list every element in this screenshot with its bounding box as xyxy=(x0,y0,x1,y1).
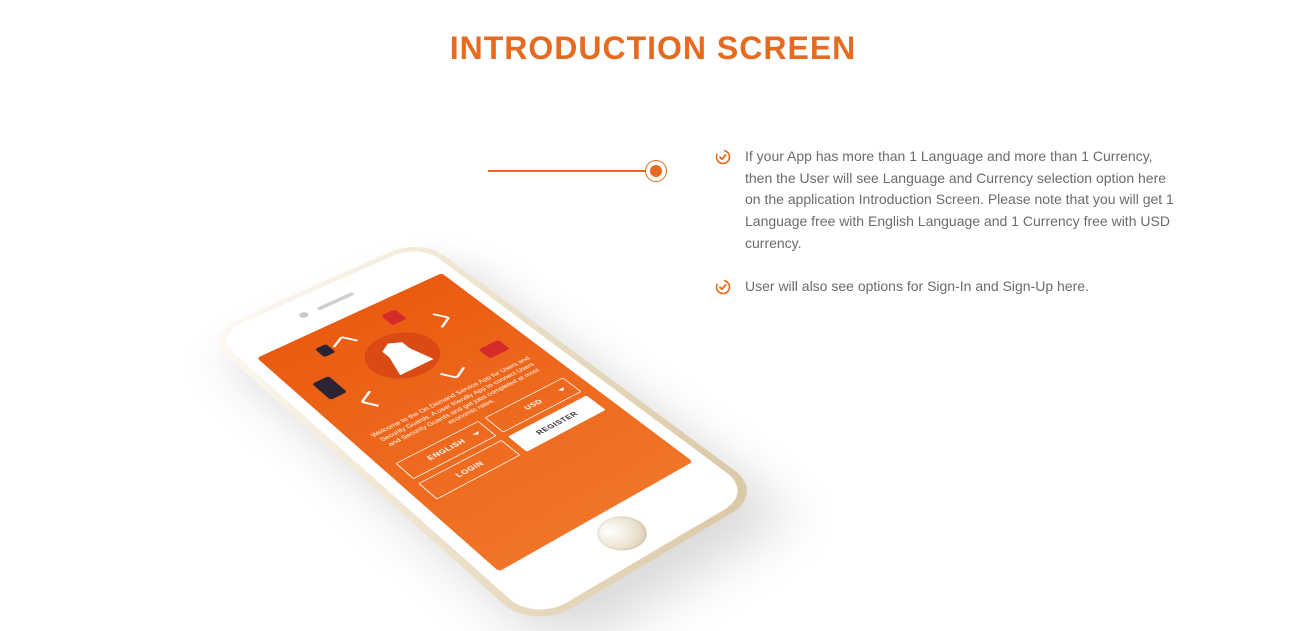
arrow-icon xyxy=(332,336,358,351)
home-button-icon xyxy=(587,510,657,558)
feature-bullets: If your App has more than 1 Language and… xyxy=(715,146,1175,320)
check-icon xyxy=(715,279,731,295)
phone-body: Welcome to the On Demand Service App for… xyxy=(204,238,766,630)
list-item: If your App has more than 1 Language and… xyxy=(715,146,1175,254)
radio-icon xyxy=(312,376,347,400)
callout-connector xyxy=(488,170,652,172)
speaker-icon xyxy=(316,292,355,311)
arrow-icon xyxy=(360,391,387,407)
login-button-label: LOGIN xyxy=(454,460,486,479)
check-icon xyxy=(715,149,731,165)
bullet-text: User will also see options for Sign-In a… xyxy=(745,276,1089,298)
currency-select-label: USD xyxy=(522,398,544,411)
arrow-icon xyxy=(440,363,466,378)
keypad-icon xyxy=(478,340,510,359)
register-button-label: REGISTER xyxy=(534,410,580,436)
bullet-text: If your App has more than 1 Language and… xyxy=(745,146,1175,254)
arrow-icon xyxy=(426,313,451,327)
list-item: User will also see options for Sign-In a… xyxy=(715,276,1175,298)
phone-bezel: Welcome to the On Demand Service App for… xyxy=(214,244,753,621)
guard-icon xyxy=(371,336,433,375)
camera-icon xyxy=(297,311,310,319)
lock-icon xyxy=(381,309,407,325)
page-title: INTRODUCTION SCREEN xyxy=(0,0,1306,67)
guard-circle-icon xyxy=(350,323,455,388)
